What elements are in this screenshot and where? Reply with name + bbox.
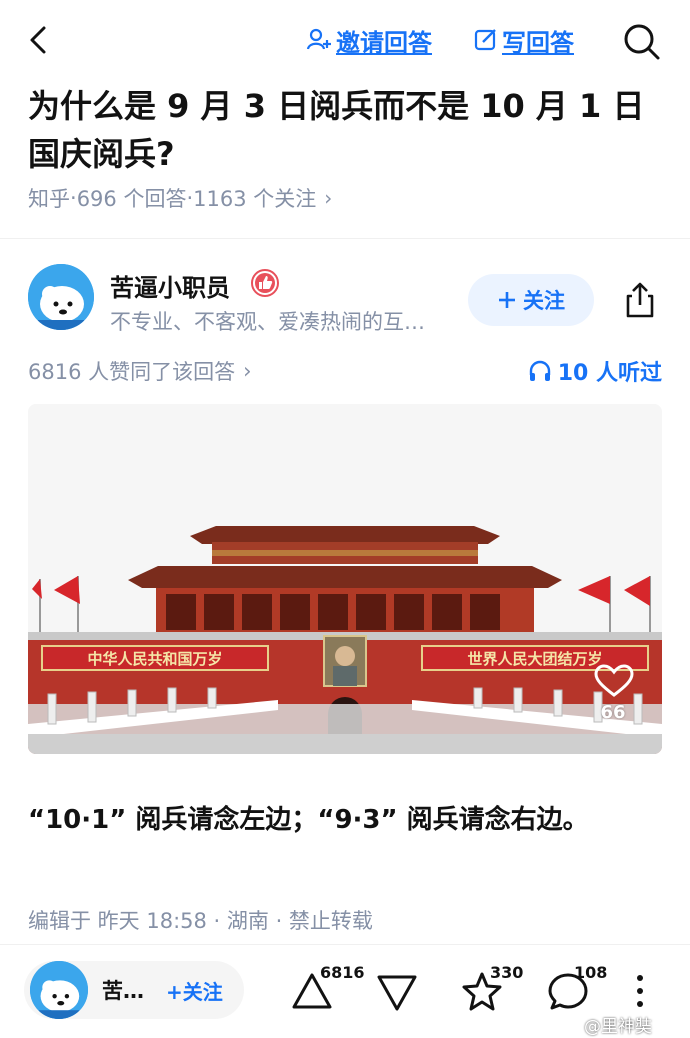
section-divider [0,238,690,239]
more-vertical-icon[interactable] [630,973,650,1009]
question-title[interactable]: 为什么是 9 月 3 日阅兵而不是 10 月 1 日国庆阅兵? [28,82,668,178]
pill-follow-button[interactable]: +关注 [166,976,223,1005]
invite-answer-label: 邀请回答 [336,28,432,57]
share-icon[interactable] [620,280,660,320]
agree-text: 6816 人赞同了该回答 [28,360,236,384]
edit-meta: 编辑于 昨天 18:58 · 湖南 · 禁止转载 [28,909,373,933]
plus-icon [499,292,515,308]
listen-count: 10 人听过 [557,361,662,386]
tiananmen-photo: 中华人民共和国万岁 世界人民大团结万岁 [28,404,662,754]
follower-count: 1163 个关注 [193,187,317,211]
answer-count: 696 个回答 [76,187,187,211]
comment-count: 108 [574,963,608,982]
weibo-watermark: @里神奘 [584,1017,652,1037]
author-name-short: 苦… [102,979,144,1003]
image-like-count: 66 [600,702,626,723]
meta-separator: · [70,186,77,210]
author-avatar[interactable] [28,264,94,330]
follow-label: 关注 [523,289,565,313]
author-avatar-small[interactable] [30,961,88,1019]
avatar-dog-icon [28,264,94,330]
author-name[interactable]: 苦逼小职员 [110,268,230,303]
source-label: 知乎 [28,187,70,211]
thumbs-up-badge-icon [251,269,279,297]
answer-body: “10·1” 阅兵请念左边；“9·3” 阅兵请念右边。 [28,805,589,835]
invite-person-icon [306,28,331,50]
right-banner-text: 世界人民大团结万岁 [467,650,602,668]
chevron-right-icon: › [324,186,333,210]
question-meta[interactable]: 知乎 · 696 个回答 · 1163 个关注 › [28,182,332,214]
answer-image[interactable]: 中华人民共和国万岁 世界人民大团结万岁 [28,404,662,754]
meta-separator: · [186,186,194,210]
avatar-dog-icon [30,961,88,1019]
author-bio: 不专业、不客观、爱凑热闹的互… [110,310,425,334]
listen-button[interactable]: 10 人听过 [528,354,662,388]
favorite-count: 330 [490,963,524,982]
headphones-icon [529,360,550,381]
follow-button[interactable]: 关注 [468,274,594,326]
back-arrow-icon[interactable] [24,22,54,58]
upvote-count: 6816 [320,963,365,982]
invite-answer-button[interactable]: 邀请回答 [306,22,432,58]
downvote-icon[interactable] [375,969,419,1013]
write-answer-button[interactable]: 写回答 [474,22,574,58]
author-pill[interactable]: 苦… +关注 [24,961,244,1019]
chevron-right-icon: › [243,359,252,383]
edit-icon [474,29,496,51]
search-icon[interactable] [620,20,662,62]
author-row: 苦逼小职员 不专业、不客观、爱凑热闹的互… 关注 [0,262,690,338]
agree-count-row[interactable]: 6816 人赞同了该回答 › [28,354,252,388]
write-answer-label: 写回答 [502,28,574,57]
left-banner-text: 中华人民共和国万岁 [87,650,222,668]
heart-icon[interactable] [594,664,634,698]
top-bar: 邀请回答 写回答 [0,0,690,80]
